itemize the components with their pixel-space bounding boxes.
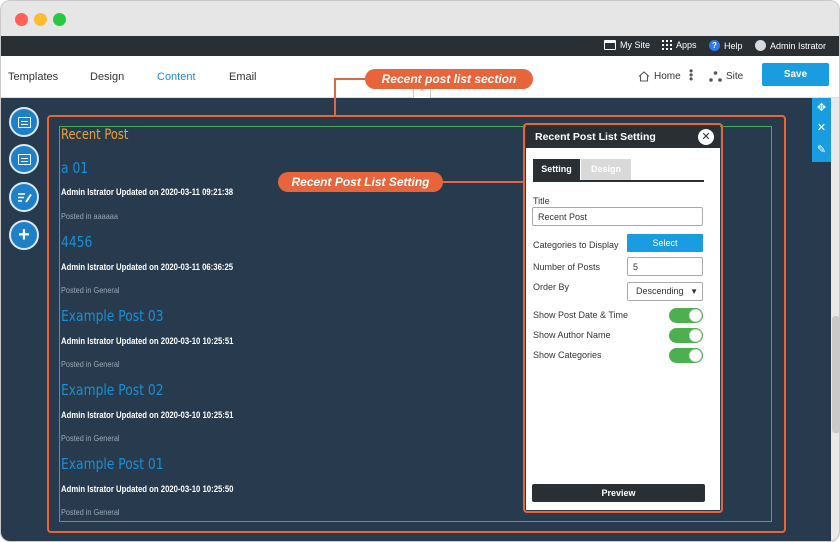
post-meta: Admin Istrator Updated on 2020-03-11 06:… bbox=[61, 262, 234, 272]
post-meta: Admin Istrator Updated on 2020-03-10 10:… bbox=[61, 410, 234, 420]
sidebar-layout-button[interactable] bbox=[9, 107, 39, 137]
minimize-window-button[interactable] bbox=[34, 13, 47, 26]
sidebar-edit-button[interactable] bbox=[9, 182, 39, 212]
window-titlebar bbox=[1, 1, 839, 36]
title-input[interactable] bbox=[532, 207, 703, 226]
edit-icon[interactable]: ✎ bbox=[812, 140, 831, 160]
sidebar-pages-button[interactable] bbox=[9, 144, 39, 174]
move-icon[interactable]: ✥ bbox=[812, 98, 831, 118]
post-meta: Admin Istrator Updated on 2020-03-10 10:… bbox=[61, 336, 234, 346]
layout-icon bbox=[17, 116, 31, 128]
canvas-scrollbar[interactable] bbox=[831, 98, 839, 541]
show-categories-label: Show Categories bbox=[533, 350, 602, 360]
post-category: Posted in General bbox=[61, 507, 120, 517]
select-categories-button[interactable]: Select bbox=[627, 234, 703, 252]
order-by-select[interactable]: Descending ▼ bbox=[627, 282, 703, 301]
scrollbar-thumb[interactable] bbox=[832, 316, 839, 433]
tab-email[interactable]: Email bbox=[229, 71, 257, 83]
recent-post-heading: Recent Post bbox=[61, 127, 129, 143]
help-link[interactable]: ? Help bbox=[709, 40, 743, 51]
edit-list-icon bbox=[17, 192, 32, 202]
user-menu[interactable]: Admin Istrator bbox=[755, 40, 826, 51]
num-posts-input[interactable] bbox=[627, 257, 703, 276]
post-meta: Admin Istrator Updated on 2020-03-10 10:… bbox=[61, 484, 234, 494]
my-site-link[interactable]: My Site bbox=[604, 40, 650, 50]
tab-templates[interactable]: Templates bbox=[8, 71, 58, 83]
show-author-toggle[interactable] bbox=[669, 328, 703, 343]
post-title[interactable]: a 01 bbox=[61, 159, 88, 177]
settings-panel: Recent Post List Setting ✕ Setting Desig… bbox=[526, 126, 720, 510]
callout-connector bbox=[334, 78, 336, 116]
element-toolbar: ✥ ✕ ✎ bbox=[812, 98, 831, 162]
close-icon[interactable]: ✕ bbox=[698, 129, 714, 145]
post-title[interactable]: Example Post 01 bbox=[61, 455, 164, 473]
close-icon[interactable]: ✕ bbox=[812, 118, 831, 138]
tab-design[interactable]: Design bbox=[90, 71, 124, 83]
home-link[interactable]: Home bbox=[638, 71, 681, 82]
num-posts-label: Number of Posts bbox=[533, 262, 601, 272]
site-link[interactable]: Site bbox=[709, 71, 743, 82]
title-label: Title bbox=[533, 196, 550, 206]
post-category: Posted in aaaaaa bbox=[61, 211, 118, 221]
show-date-label: Show Post Date & Time bbox=[533, 310, 629, 320]
help-icon: ? bbox=[709, 40, 720, 51]
home-menu-icon[interactable]: • • • bbox=[689, 65, 693, 85]
chevron-down-icon: ▼ bbox=[690, 287, 698, 296]
toggle-knob bbox=[689, 329, 702, 342]
post-title[interactable]: 4456 bbox=[61, 233, 92, 251]
show-date-toggle[interactable] bbox=[669, 308, 703, 323]
post-category: Posted in General bbox=[61, 359, 120, 369]
save-button[interactable]: Save bbox=[762, 63, 829, 86]
callout-connector bbox=[442, 181, 525, 183]
post-category: Posted in General bbox=[61, 285, 120, 295]
callout-connector bbox=[334, 78, 366, 80]
show-author-label: Show Author Name bbox=[533, 330, 611, 340]
post-meta: Admin Istrator Updated on 2020-03-11 09:… bbox=[61, 187, 234, 197]
tab-setting[interactable]: Setting bbox=[533, 159, 580, 180]
pages-icon bbox=[17, 153, 31, 165]
panel-title: Recent Post List Setting bbox=[526, 126, 720, 148]
callout-section: Recent post list section bbox=[365, 69, 533, 89]
top-bar: My Site Apps ? Help Admin Istrator bbox=[1, 36, 839, 56]
tab-design[interactable]: Design bbox=[581, 159, 631, 180]
calendar-icon bbox=[604, 40, 616, 50]
home-icon bbox=[638, 71, 650, 82]
post-category: Posted in General bbox=[61, 433, 120, 443]
maximize-window-button[interactable] bbox=[53, 13, 66, 26]
show-categories-toggle[interactable] bbox=[669, 348, 703, 363]
tab-underline bbox=[533, 180, 704, 182]
post-title[interactable]: Example Post 02 bbox=[61, 381, 164, 399]
categories-label: Categories to Display bbox=[533, 240, 619, 250]
close-window-button[interactable] bbox=[15, 13, 28, 26]
toggle-knob bbox=[689, 309, 702, 322]
avatar-icon bbox=[755, 40, 766, 51]
apps-link[interactable]: Apps bbox=[662, 40, 697, 50]
plus-icon: + bbox=[18, 224, 30, 246]
sitemap-icon bbox=[709, 71, 722, 82]
tab-content[interactable]: Content bbox=[157, 71, 196, 83]
order-by-label: Order By bbox=[533, 282, 570, 292]
toggle-knob bbox=[689, 349, 702, 362]
browser-window: My Site Apps ? Help Admin Istrator Templ… bbox=[0, 0, 840, 542]
preview-button[interactable]: Preview bbox=[532, 484, 705, 502]
sidebar-add-button[interactable]: + bbox=[9, 220, 39, 250]
apps-grid-icon bbox=[662, 40, 672, 50]
callout-setting: Recent Post List Setting bbox=[278, 172, 443, 192]
post-title[interactable]: Example Post 03 bbox=[61, 307, 164, 325]
